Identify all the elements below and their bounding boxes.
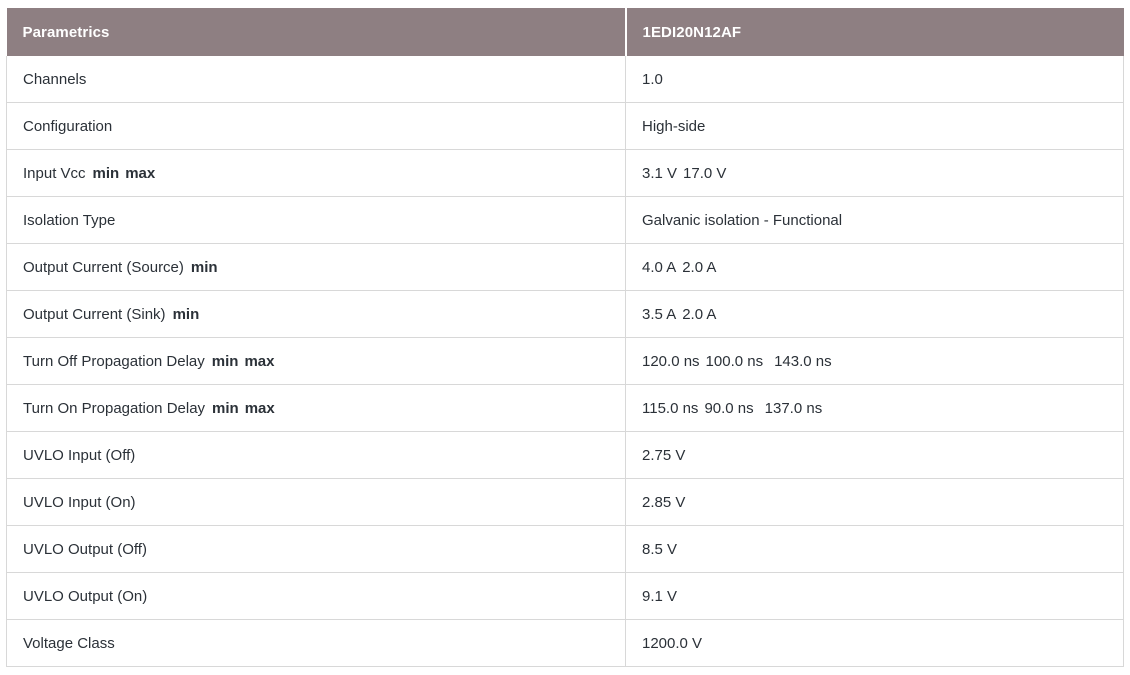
value-segment: 120.0 ns	[642, 353, 700, 370]
parameter-qualifier-min: min	[191, 259, 218, 276]
parameter-cell: Output Current (Sink) min	[7, 291, 626, 338]
column-header-parametrics[interactable]: Parametrics	[7, 8, 626, 56]
value-segment: 3.5 A	[642, 306, 676, 323]
table-row: Configuration High-side	[7, 103, 1124, 150]
parameter-cell: Turn On Propagation Delay minmax	[7, 385, 626, 432]
value-cell: 1200.0 V	[626, 620, 1124, 667]
parameter-cell: Input Vcc minmax	[7, 150, 626, 197]
value-cell: 120.0 ns 100.0 ns 143.0 ns	[626, 338, 1124, 385]
value-cell: 8.5 V	[626, 526, 1124, 573]
parameter-label: Turn Off Propagation Delay	[23, 353, 205, 370]
parameter-qualifier-max: max	[125, 165, 155, 182]
value-cell: 4.0 A 2.0 A	[626, 244, 1124, 291]
value-segment: 1200.0 V	[642, 635, 702, 652]
parameter-label: UVLO Output (Off)	[23, 541, 147, 558]
parameter-label: Output Current (Source)	[23, 259, 184, 276]
parameter-label: Channels	[23, 71, 86, 88]
table-row: Turn Off Propagation Delay minmax 120.0 ns…	[7, 338, 1124, 385]
parameter-cell: Turn Off Propagation Delay minmax	[7, 338, 626, 385]
table-row: Voltage Class 1200.0 V	[7, 620, 1124, 667]
value-segment: 8.5 V	[642, 541, 677, 558]
value-segment: 17.0 V	[683, 165, 726, 182]
table-row: Isolation Type Galvanic isolation - Funct…	[7, 197, 1124, 244]
value-cell: 1.0	[626, 56, 1124, 103]
parameter-qualifier-min: min	[93, 165, 120, 182]
table-row: UVLO Output (Off) 8.5 V	[7, 526, 1124, 573]
value-segment: 143.0 ns	[774, 353, 832, 370]
parameter-label: Isolation Type	[23, 212, 115, 229]
value-segment: 115.0 ns	[642, 400, 698, 417]
value-segment: High-side	[642, 118, 705, 135]
value-cell: 2.75 V	[626, 432, 1124, 479]
parameter-label: UVLO Input (On)	[23, 494, 136, 511]
value-cell: 115.0 ns 90.0 ns 137.0 ns	[626, 385, 1124, 432]
parameter-cell: UVLO Input (Off)	[7, 432, 626, 479]
parameter-cell: Configuration	[7, 103, 626, 150]
parameter-label: Turn On Propagation Delay	[23, 400, 205, 417]
value-segment: 1.0	[642, 71, 663, 88]
parameter-label: Voltage Class	[23, 635, 115, 652]
value-segment: 4.0 A	[642, 259, 676, 276]
value-segment: 2.85 V	[642, 494, 685, 511]
value-segment: 100.0 ns	[706, 353, 764, 370]
value-cell: 3.1 V 17.0 V	[626, 150, 1124, 197]
parameter-qualifier-min: min	[212, 353, 239, 370]
parameter-label: Input Vcc	[23, 165, 86, 182]
table-header-row: Parametrics 1EDI20N12AF	[7, 8, 1124, 56]
value-segment: 2.0 A	[682, 259, 716, 276]
parameter-label: UVLO Input (Off)	[23, 447, 135, 464]
value-segment: 2.0 A	[682, 306, 716, 323]
table-row: UVLO Input (Off) 2.75 V	[7, 432, 1124, 479]
table-row: Output Current (Source) min 4.0 A 2.0 A	[7, 244, 1124, 291]
table-row: Input Vcc minmax 3.1 V 17.0 V	[7, 150, 1124, 197]
value-cell: Galvanic isolation - Functional	[626, 197, 1124, 244]
value-segment: 3.1 V	[642, 165, 677, 182]
value-segment: 9.1 V	[642, 588, 677, 605]
parameter-qualifier-min: min	[212, 400, 239, 417]
value-cell: 3.5 A 2.0 A	[626, 291, 1124, 338]
value-segment: 137.0 ns	[765, 400, 823, 417]
parameter-qualifier-min: min	[173, 306, 200, 323]
table-row: Output Current (Sink) min 3.5 A 2.0 A	[7, 291, 1124, 338]
value-segment: Galvanic isolation - Functional	[642, 212, 842, 229]
parameter-cell: Channels	[7, 56, 626, 103]
parameter-cell: Output Current (Source) min	[7, 244, 626, 291]
parameter-qualifier-max: max	[244, 353, 274, 370]
value-cell: 2.85 V	[626, 479, 1124, 526]
table-header: Parametrics 1EDI20N12AF	[7, 8, 1124, 56]
column-header-part-number[interactable]: 1EDI20N12AF	[626, 8, 1124, 56]
parameter-cell: Voltage Class	[7, 620, 626, 667]
table-row: Channels 1.0	[7, 56, 1124, 103]
parameter-cell: Isolation Type	[7, 197, 626, 244]
parametrics-table: Parametrics 1EDI20N12AF Channels 1.0 Confi…	[6, 8, 1124, 667]
table-row: UVLO Input (On) 2.85 V	[7, 479, 1124, 526]
value-cell: High-side	[626, 103, 1124, 150]
parameter-label: Configuration	[23, 118, 112, 135]
parametrics-table-container: Parametrics 1EDI20N12AF Channels 1.0 Confi…	[6, 8, 1123, 667]
parameter-label: UVLO Output (On)	[23, 588, 147, 605]
table-row: Turn On Propagation Delay minmax 115.0 ns 9…	[7, 385, 1124, 432]
value-cell: 9.1 V	[626, 573, 1124, 620]
table-row: UVLO Output (On) 9.1 V	[7, 573, 1124, 620]
parameter-cell: UVLO Output (Off)	[7, 526, 626, 573]
value-segment: 2.75 V	[642, 447, 685, 464]
parameter-label: Output Current (Sink)	[23, 306, 166, 323]
parameter-qualifier-max: max	[245, 400, 275, 417]
value-segment: 90.0 ns	[704, 400, 753, 417]
parameter-cell: UVLO Input (On)	[7, 479, 626, 526]
table-body: Channels 1.0 Configuration High-side Input V…	[7, 56, 1124, 667]
parameter-cell: UVLO Output (On)	[7, 573, 626, 620]
